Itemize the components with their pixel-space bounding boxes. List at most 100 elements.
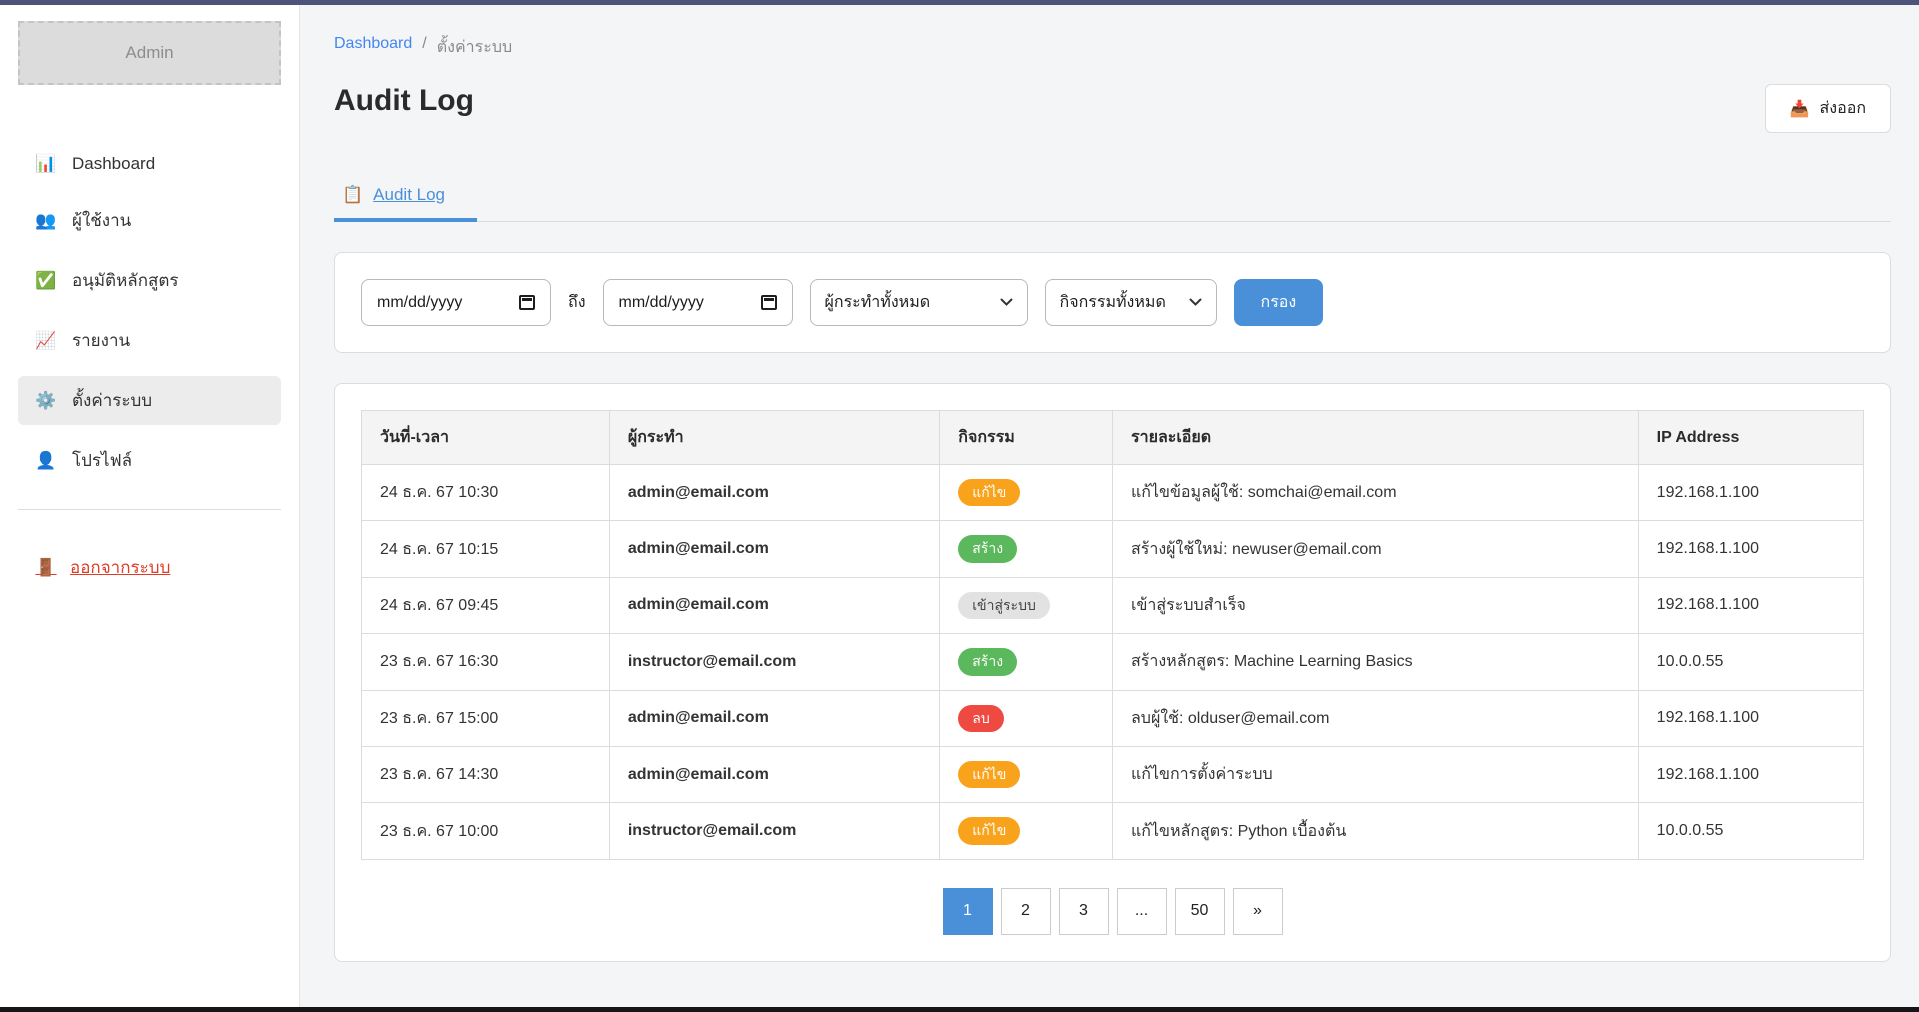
cell-actor: admin@email.com [609,521,939,577]
calendar-icon[interactable] [761,295,777,310]
cell-ip: 192.168.1.100 [1638,746,1863,802]
audit-table: วันที่-เวลาผู้กระทำกิจกรรมรายละเอียดIP A… [361,410,1864,860]
cell-ip: 10.0.0.55 [1638,634,1863,690]
cell-ip: 192.168.1.100 [1638,690,1863,746]
table-row: 24 ธ.ค. 67 10:30admin@email.comแก้ไขแก้ไ… [362,465,1864,521]
cell-actor: instructor@email.com [609,634,939,690]
cell-detail: สร้างหลักสูตร: Machine Learning Basics [1112,634,1638,690]
bottom-strip [0,1007,1919,1012]
bar-chart-icon: 📊 [35,154,57,174]
check-icon: ✅ [35,271,57,291]
sidebar-item-label: รายงาน [72,327,130,354]
tab-bar: 📋 Audit Log [334,175,1891,222]
activity-select-value: กิจกรรมทั้งหมด [1060,290,1166,315]
table-row: 23 ธ.ค. 67 10:00instructor@email.comแก้ไ… [362,803,1864,859]
column-header: รายละเอียด [1112,411,1638,465]
table-row: 23 ธ.ค. 67 16:30instructor@email.com สร้า… [362,634,1864,690]
sidebar-item-users[interactable]: 👥ผู้ใช้งาน [18,196,281,245]
filter-button[interactable]: กรอง [1234,279,1324,326]
sidebar-item-label: ตั้งค่าระบบ [72,387,152,414]
table-row: 24 ธ.ค. 67 09:45admin@email.comเข้าสู่ระ… [362,577,1864,633]
admin-logo-text: Admin [125,43,173,62]
page-title: Audit Log [334,84,474,118]
user-icon: 👤 [35,451,57,471]
chevron-down-icon [1189,298,1202,307]
breadcrumb: Dashboard / ตั้งค่าระบบ [334,35,1891,60]
to-label: ถึง [568,290,586,315]
door-icon: 🚪 [35,558,57,578]
date-to-input[interactable]: mm/dd/yyyy [603,279,793,326]
cell-action: สร้าง [940,521,1113,577]
cell-datetime: 23 ธ.ค. 67 16:30 [362,634,610,690]
logout-link[interactable]: 🚪 ออกจากระบบ [18,554,281,581]
page-button-1[interactable]: 1 [943,888,993,935]
action-badge: แก้ไข [958,761,1020,788]
page-button-»[interactable]: » [1233,888,1283,935]
breadcrumb-current: ตั้งค่าระบบ [437,35,512,60]
sidebar-item-approve-courses[interactable]: ✅อนุมัติหลักสูตร [18,256,281,305]
cell-action: แก้ไข [940,803,1113,859]
activity-select[interactable]: กิจกรรมทั้งหมด [1045,279,1217,326]
main-content: Dashboard / ตั้งค่าระบบ Audit Log 📥 ส่งอ… [300,5,1919,1007]
sidebar-nav: 📊Dashboard 👥ผู้ใช้งาน ✅อนุมัติหลักสูตร 📈ราย… [18,143,281,485]
tab-audit-log[interactable]: 📋 Audit Log [334,175,477,222]
page-button-50[interactable]: 50 [1175,888,1225,935]
action-badge: สร้าง [958,648,1017,675]
admin-logo-placeholder: Admin [18,21,281,85]
cell-datetime: 23 ธ.ค. 67 14:30 [362,746,610,802]
actor-select[interactable]: ผู้กระทำทั้งหมด [810,279,1028,326]
cell-ip: 10.0.0.55 [1638,803,1863,859]
cell-datetime: 24 ธ.ค. 67 10:30 [362,465,610,521]
sidebar-item-settings[interactable]: ⚙️ ตั้งค่าระบบ [18,376,281,425]
table-row: 24 ธ.ค. 67 10:15admin@email.com สร้าง สร้า… [362,521,1864,577]
action-badge: แก้ไข [958,479,1020,506]
cell-detail: แก้ไขข้อมูลผู้ใช้: somchai@email.com [1112,465,1638,521]
cell-detail: แก้ไขหลักสูตร: Python เบื้องต้น [1112,803,1638,859]
audit-table-body: 24 ธ.ค. 67 10:30admin@email.comแก้ไขแก้ไ… [362,465,1864,860]
cell-actor: admin@email.com [609,577,939,633]
breadcrumb-separator: / [422,35,426,60]
sidebar-item-dashboard[interactable]: 📊Dashboard [18,143,281,185]
cell-actor: admin@email.com [609,746,939,802]
cell-ip: 192.168.1.100 [1638,577,1863,633]
cell-ip: 192.168.1.100 [1638,521,1863,577]
actor-select-value: ผู้กระทำทั้งหมด [825,290,931,315]
cell-action: ลบ [940,690,1113,746]
column-header: กิจกรรม [940,411,1113,465]
filter-card: mm/dd/yyyy ถึง mm/dd/yyyy ผู้กระทำทั้งหม… [334,252,1891,353]
table-row: 23 ธ.ค. 67 15:00admin@email.comลบลบผู้ใช… [362,690,1864,746]
sidebar-item-reports[interactable]: 📈รายงาน [18,316,281,365]
cell-action: แก้ไข [940,465,1113,521]
table-row: 23 ธ.ค. 67 14:30admin@email.comแก้ไขแก้ไ… [362,746,1864,802]
cell-detail: สร้างผู้ใช้ใหม่: newuser@email.com [1112,521,1638,577]
cell-datetime: 24 ธ.ค. 67 10:15 [362,521,610,577]
cell-actor: instructor@email.com [609,803,939,859]
cell-detail: ลบผู้ใช้: olduser@email.com [1112,690,1638,746]
gear-icon: ⚙️ [35,391,57,411]
page-button-...[interactable]: ... [1117,888,1167,935]
date-from-input[interactable]: mm/dd/yyyy [361,279,551,326]
sidebar-item-profile[interactable]: 👤โปรไฟล์ [18,436,281,485]
clipboard-icon: 📋 [342,185,363,205]
page-button-3[interactable]: 3 [1059,888,1109,935]
action-badge: เข้าสู่ระบบ [958,592,1050,619]
export-button[interactable]: 📥 ส่งออก [1765,84,1891,133]
cell-ip: 192.168.1.100 [1638,465,1863,521]
pagination: 123...50» [361,888,1864,935]
sidebar-item-label: ผู้ใช้งาน [72,207,131,234]
tab-audit-log-label: Audit Log [373,185,445,205]
breadcrumb-dashboard-link[interactable]: Dashboard [334,35,412,60]
inbox-tray-icon: 📥 [1790,99,1810,119]
cell-actor: admin@email.com [609,690,939,746]
cell-detail: เข้าสู่ระบบสำเร็จ [1112,577,1638,633]
calendar-icon[interactable] [519,295,535,310]
action-badge: สร้าง [958,535,1017,562]
audit-table-card: วันที่-เวลาผู้กระทำกิจกรรมรายละเอียดIP A… [334,383,1891,962]
cell-action: เข้าสู่ระบบ [940,577,1113,633]
page-header: Audit Log 📥 ส่งออก [334,84,1891,133]
page-button-2[interactable]: 2 [1001,888,1051,935]
cell-datetime: 23 ธ.ค. 67 10:00 [362,803,610,859]
sidebar: Admin 📊Dashboard 👥ผู้ใช้งาน ✅อนุมัติหลักสู… [0,5,300,1007]
sidebar-divider [18,509,281,510]
date-to-value: mm/dd/yyyy [619,294,704,312]
